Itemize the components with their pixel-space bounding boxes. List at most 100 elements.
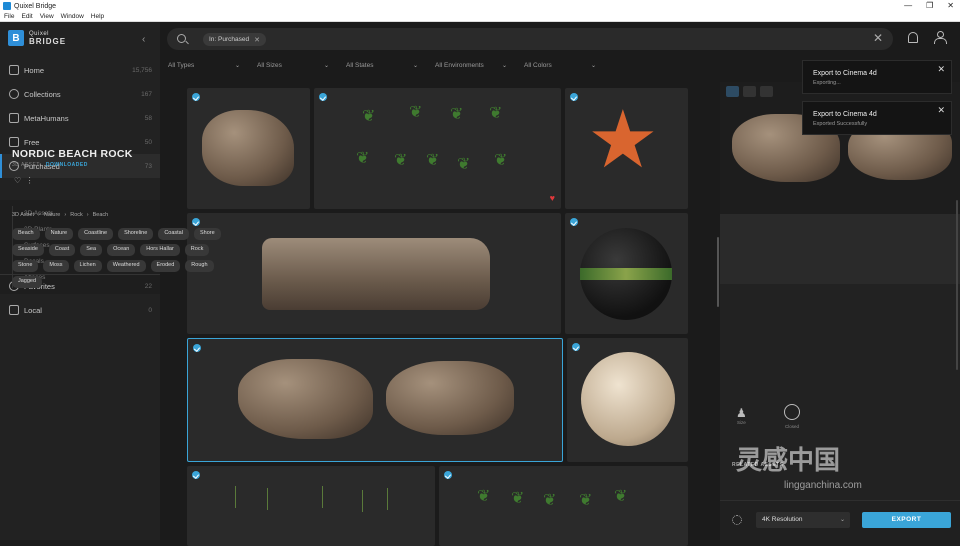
crumb[interactable]: Nature: [44, 212, 61, 218]
asset-tile-nordic-beach-rock[interactable]: [187, 338, 563, 462]
asset-tile-rock[interactable]: [187, 88, 310, 209]
asset-status: DOWNLOADED: [45, 162, 88, 168]
filter-environments[interactable]: All Environments ⌄: [435, 62, 513, 69]
asset-tile-surface-sphere[interactable]: [567, 338, 688, 462]
plant-thumbnail: ❦: [409, 104, 423, 121]
minimize-button[interactable]: —: [904, 0, 912, 12]
nav-label: Collections: [24, 89, 61, 99]
grid-scrollbar[interactable]: [717, 237, 719, 307]
tag[interactable]: Sea: [80, 244, 103, 256]
watermark-logo: 灵感中国: [736, 445, 841, 475]
preview-image-tab-icon[interactable]: [726, 86, 739, 97]
chip-remove-icon[interactable]: ✕: [254, 36, 260, 44]
asset-tile-flowers[interactable]: [187, 466, 435, 546]
toast-title: Export to Cinema 4d: [813, 111, 877, 118]
more-options-icon[interactable]: ⋮: [26, 176, 34, 185]
chevron-right-icon: ›: [38, 212, 40, 218]
export-button[interactable]: EXPORT: [862, 512, 951, 528]
search-filter-chip[interactable]: In: Purchased ✕: [203, 33, 266, 46]
person-scale-icon: ♟: [736, 406, 747, 420]
asset-tile-plants[interactable]: ❦ ❦ ❦ ❦ ❦ ❦ ❦ ❦ ❦ ♥: [314, 88, 561, 209]
clear-search-icon[interactable]: ✕: [873, 31, 883, 45]
asset-tile-moss-sphere[interactable]: [565, 213, 688, 334]
export-settings-gear-icon[interactable]: [732, 515, 742, 525]
filter-colors[interactable]: All Colors ⌄: [524, 62, 602, 69]
purchased-check-icon: [192, 93, 200, 101]
tag[interactable]: Coastal: [158, 228, 189, 240]
nav-label: MetaHumans: [24, 113, 69, 123]
plant-thumbnail: ❦: [477, 488, 491, 505]
tag[interactable]: Beach: [12, 228, 40, 240]
toast-close-icon[interactable]: ✕: [937, 105, 945, 116]
asset-tile-starfish[interactable]: ★: [565, 88, 688, 209]
tag[interactable]: Moss: [43, 260, 69, 272]
moss-band: [580, 268, 672, 280]
search-bar[interactable]: In: Purchased ✕ ✕: [167, 28, 893, 50]
tag[interactable]: Rough: [185, 260, 214, 272]
tag[interactable]: Hors Hallar: [140, 244, 180, 256]
toast-close-icon[interactable]: ✕: [937, 64, 945, 75]
nav-label: Home: [24, 65, 45, 75]
tag[interactable]: Nature: [44, 228, 74, 240]
maximize-button[interactable]: ❐: [926, 0, 933, 12]
menu-help[interactable]: Help: [91, 13, 104, 20]
filter-types[interactable]: All Types ⌄: [168, 62, 246, 69]
filter-label: All Environments: [435, 62, 484, 69]
tag[interactable]: Rock: [184, 244, 210, 256]
nav-home[interactable]: Home 15,756: [0, 58, 160, 82]
nav-count: 58: [144, 114, 152, 122]
asset-meta: 3D ASSET DOWNLOADED: [12, 162, 88, 168]
export-footer: 4K Resolution ⌄ EXPORT: [720, 500, 960, 540]
preview-3d-tab-icon[interactable]: [760, 86, 773, 97]
favorite-heart-icon[interactable]: ♥: [550, 193, 555, 203]
tag[interactable]: Coast: [48, 244, 76, 256]
menu-edit[interactable]: Edit: [21, 13, 32, 20]
plant-thumbnail: ❦: [489, 105, 503, 122]
filter-sizes[interactable]: All Sizes ⌄: [257, 62, 335, 69]
nav-local[interactable]: Local 0: [0, 298, 160, 322]
close-button[interactable]: ✕: [947, 0, 954, 12]
tag[interactable]: Shore: [193, 228, 221, 240]
tag[interactable]: Coastline: [78, 228, 114, 240]
menu-window[interactable]: Window: [61, 13, 84, 20]
chevron-down-icon: ⌄: [323, 63, 329, 69]
tag[interactable]: Weathered: [106, 260, 146, 272]
crumb[interactable]: Beach: [93, 212, 109, 218]
asset-prop-closed: Closed: [784, 404, 800, 429]
crumb[interactable]: Rock: [70, 212, 83, 218]
user-account-icon[interactable]: [934, 31, 947, 44]
resolution-select[interactable]: 4K Resolution ⌄: [756, 512, 850, 528]
nav-metahumans[interactable]: MetaHumans 58: [0, 106, 160, 130]
asset-tile-seedlings[interactable]: ❦ ❦ ❦ ❦ ❦: [439, 466, 688, 546]
crumb[interactable]: 3D Asset: [12, 212, 34, 218]
menu-view[interactable]: View: [40, 13, 54, 20]
flower-thumbnail: [267, 488, 281, 510]
tag[interactable]: Ocean: [107, 244, 136, 256]
prop-label: Size: [737, 420, 746, 425]
filter-states[interactable]: All States ⌄: [346, 62, 424, 69]
purchased-check-icon: [193, 344, 201, 352]
panel-scrollbar[interactable]: [956, 200, 958, 370]
tag[interactable]: Jagged: [12, 276, 43, 288]
favorite-outline-icon[interactable]: ♡: [14, 176, 21, 185]
tag[interactable]: Seaside: [12, 244, 44, 256]
menu-file[interactable]: File: [4, 13, 14, 20]
chevron-down-icon: ⌄: [590, 63, 596, 69]
tag[interactable]: Lichen: [73, 260, 102, 272]
preview-grid-tab-icon[interactable]: [743, 86, 756, 97]
chevron-right-icon: ›: [64, 212, 67, 218]
tag[interactable]: Eroded: [150, 260, 181, 272]
flower-thumbnail: [387, 488, 401, 510]
nav-collections[interactable]: Collections 167: [0, 82, 160, 106]
tag[interactable]: Shoreline: [118, 228, 154, 240]
tag[interactable]: Stone: [12, 260, 39, 272]
plant-thumbnail: ❦: [614, 488, 628, 505]
bridge-logo[interactable]: B Quixel BRIDGE: [8, 30, 66, 46]
notifications-bell-icon[interactable]: [908, 32, 918, 43]
plant-thumbnail: ❦: [450, 106, 464, 123]
collapse-sidebar-icon[interactable]: ‹: [142, 34, 145, 45]
asset-tile-rock-ledge[interactable]: [187, 213, 561, 334]
nav-count: 73: [144, 162, 152, 170]
chevron-down-icon: ⌄: [839, 517, 845, 523]
chip-label: In: Purchased: [209, 36, 250, 43]
